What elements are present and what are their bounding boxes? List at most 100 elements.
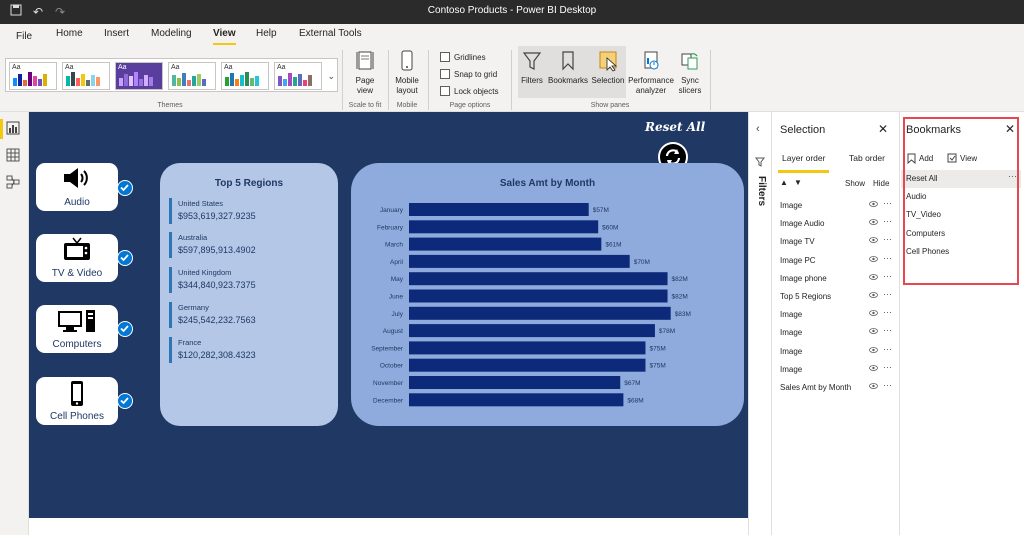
add-bookmark-button[interactable]: Add [907,153,933,164]
bookmarks-pane-button[interactable]: Bookmarks [546,46,590,98]
layer-row[interactable]: Top 5 Regions ⋯ [780,289,894,305]
eye-icon[interactable] [869,346,878,353]
tab-help[interactable]: Help [256,28,277,39]
report-view-icon[interactable] [0,119,22,139]
bookmark-item[interactable]: TV_Video [901,206,1021,224]
more-options-icon[interactable]: ⋯ [883,271,892,282]
mobile-layout-button[interactable]: Mobile layout [392,50,422,96]
tab-modeling[interactable]: Modeling [151,28,192,39]
gridlines-checkbox[interactable]: Gridlines [440,52,486,62]
tab-insert[interactable]: Insert [104,28,129,39]
eye-icon[interactable] [869,219,878,226]
eye-icon[interactable] [869,310,878,317]
bookmark-item[interactable]: Computers [901,225,1021,243]
theme-option[interactable]: Aa [62,62,110,90]
more-options-icon[interactable]: ⋯ [883,234,892,245]
move-down-icon[interactable]: ▼ [794,178,802,187]
layer-row[interactable]: Image ⋯ [780,198,894,214]
audio-card[interactable]: Audio [36,163,118,211]
close-icon[interactable]: ✕ [1005,123,1017,135]
report-canvas[interactable]: Reset All Audio TV & Video Computers Cel… [29,112,748,518]
eye-icon[interactable] [869,328,878,335]
move-up-icon[interactable]: ▲ [780,178,788,187]
eye-icon[interactable] [869,201,878,207]
tab-file[interactable]: File [16,31,32,42]
group-divider [342,50,343,110]
category-label: Computers [52,339,102,350]
layer-row[interactable]: Image PC ⋯ [780,253,894,269]
performance-analyzer-button[interactable]: Performance analyzer [627,50,675,96]
tab-home[interactable]: Home [56,28,83,39]
more-options-icon[interactable]: ⋯ [883,380,892,391]
more-options-icon[interactable]: ⋯ [883,198,892,209]
selection-pane-button[interactable]: Selection [590,46,626,98]
bar[interactable] [409,358,646,372]
top-regions-card[interactable]: Top 5 Regions United States $953,619,327… [160,163,338,426]
computers-card[interactable]: Computers [36,305,118,353]
filters-pane-collapsed[interactable]: ‹ Filters [748,112,771,535]
eye-icon[interactable] [869,383,878,389]
more-options-icon[interactable]: ⋯ [883,325,892,336]
more-options-icon[interactable]: ⋯ [883,289,892,300]
bar[interactable] [409,254,630,268]
close-icon[interactable]: ✕ [878,123,890,135]
more-options-icon[interactable]: ⋯ [883,307,892,318]
layer-row[interactable]: Image phone ⋯ [780,271,894,287]
layer-row[interactable]: Image ⋯ [780,307,894,323]
bar[interactable] [409,272,668,286]
cell-phones-card[interactable]: Cell Phones [36,377,118,425]
show-all-button[interactable]: Show [845,179,865,188]
hide-all-button[interactable]: Hide [873,179,889,188]
layer-row[interactable]: Image TV ⋯ [780,234,894,250]
snap-to-grid-checkbox[interactable]: Snap to grid [440,69,497,79]
sync-slicers-button[interactable]: Sync slicers [676,50,704,96]
bar[interactable] [409,220,599,234]
bookmark-item[interactable]: Reset All ⋯ [901,170,1021,188]
more-options-icon[interactable]: ⋯ [883,216,892,227]
chevron-left-icon[interactable]: ‹ [756,123,760,135]
page-view-button[interactable]: Page view [350,50,380,96]
sales-by-month-card[interactable]: Sales Amt by Month January $57M February $6… [351,163,744,426]
bar[interactable] [409,289,668,303]
bar[interactable] [409,324,655,338]
theme-option[interactable]: Aa [115,62,163,90]
filters-pane-label[interactable]: Filters [756,176,767,206]
theme-option[interactable]: Aa [168,62,216,90]
eye-icon[interactable] [869,273,878,280]
more-options-icon[interactable]: ⋯ [883,253,892,264]
bar[interactable] [409,203,589,216]
bookmark-item[interactable]: Audio [901,188,1021,206]
more-options-icon[interactable]: ⋯ [883,362,892,373]
bar[interactable] [409,341,646,355]
layer-row[interactable]: Sales Amt by Month ⋯ [780,380,894,396]
theme-option[interactable]: Aa [221,62,269,90]
tab-view[interactable]: View [213,28,236,45]
bar[interactable] [409,393,624,407]
bar[interactable] [409,306,671,320]
layer-row[interactable]: Image ⋯ [780,325,894,341]
bookmark-item[interactable]: Cell Phones [901,243,1021,261]
bar[interactable] [409,376,621,389]
layer-row[interactable]: Image Audio ⋯ [780,216,894,232]
theme-option[interactable]: Aa [9,62,57,90]
tab-tab-order[interactable]: Tab order [849,153,885,163]
bar[interactable] [409,237,602,251]
more-options-icon[interactable]: ⋯ [883,344,892,355]
tab-external-tools[interactable]: External Tools [299,28,362,39]
eye-icon[interactable] [869,364,878,371]
view-bookmarks-button[interactable]: View [947,153,977,163]
data-view-icon[interactable] [6,148,22,164]
filters-pane-button[interactable]: Filters [518,46,546,98]
tab-layer-order[interactable]: Layer order [777,153,830,173]
tv-video-card[interactable]: TV & Video [36,234,118,282]
eye-icon[interactable] [869,292,878,298]
more-options-icon[interactable]: ⋯ [1008,167,1017,185]
eye-icon[interactable] [869,237,878,244]
lock-objects-checkbox[interactable]: Lock objects [440,86,498,96]
layer-row[interactable]: Image ⋯ [780,344,894,360]
layer-row[interactable]: Image ⋯ [780,362,894,378]
chevron-down-icon[interactable]: ⌄ [327,71,335,82]
theme-option[interactable]: Aa [274,62,322,90]
eye-icon[interactable] [869,255,878,262]
model-view-icon[interactable] [6,175,22,191]
